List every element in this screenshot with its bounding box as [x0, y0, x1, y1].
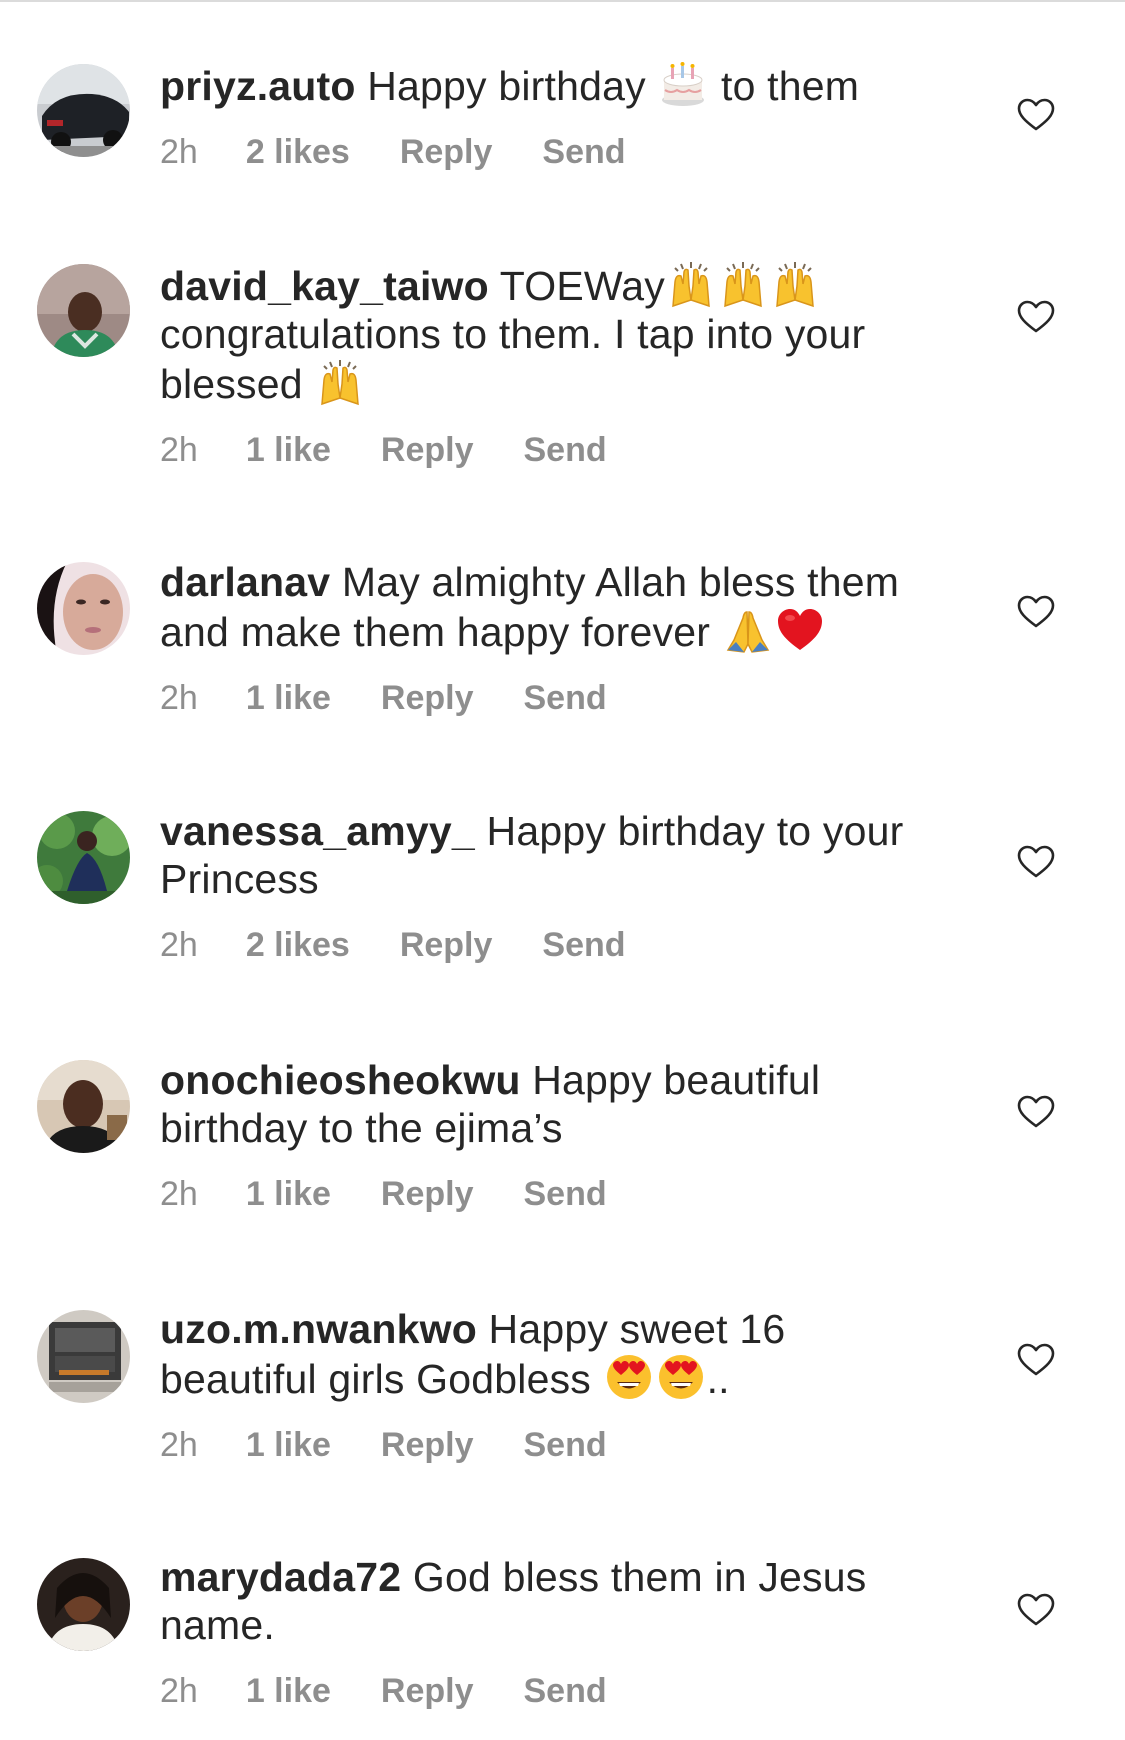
send-button[interactable]: Send — [524, 1425, 607, 1465]
comment-username[interactable]: priyz.auto — [160, 63, 356, 109]
avatar[interactable] — [37, 562, 130, 655]
reply-button[interactable]: Reply — [381, 1671, 474, 1711]
comment-text: marydada72 God bless them in Jesus name. — [160, 1553, 940, 1649]
comment-body: TOEWay — [488, 263, 665, 309]
comment-text: priyz.auto Happy birthday to them — [160, 60, 940, 110]
comment-username[interactable]: marydada72 — [160, 1554, 401, 1600]
comment-body: Happy birthday — [355, 63, 658, 109]
avatar[interactable] — [37, 811, 130, 904]
send-button[interactable]: Send — [542, 925, 625, 965]
send-button[interactable]: Send — [524, 678, 607, 718]
comment-time: 2h — [160, 1426, 198, 1464]
reply-button[interactable]: Reply — [400, 925, 493, 965]
send-button[interactable]: Send — [524, 1671, 607, 1711]
comment-body: congratulations to them. I tap into your — [160, 311, 866, 357]
heart-outline-icon[interactable] — [1017, 98, 1055, 132]
likes-count-link[interactable]: 1 like — [246, 1174, 331, 1214]
comment-text: uzo.m.nwankwo Happy sweet 16 beautiful g… — [160, 1305, 940, 1403]
heart-outline-icon[interactable] — [1017, 1593, 1055, 1627]
send-button[interactable]: Send — [542, 132, 625, 172]
likes-count-link[interactable]: 1 like — [246, 1671, 331, 1711]
comment-time: 2h — [160, 133, 198, 171]
send-button[interactable]: Send — [524, 1174, 607, 1214]
comment-text: onochieosheokwu Happy beautiful birthday… — [160, 1056, 940, 1152]
raising-hands-icon — [316, 358, 364, 406]
red-heart-icon — [776, 606, 824, 654]
heart-outline-icon[interactable] — [1017, 845, 1055, 879]
comment-time: 2h — [160, 431, 198, 469]
heart-eyes-icon — [657, 1353, 705, 1401]
comment-meta: 2h 2 likes Reply Send — [160, 132, 940, 172]
comment-meta: 2h 1 like Reply Send — [160, 1425, 940, 1465]
comment-time: 2h — [160, 1175, 198, 1213]
likes-count-link[interactable]: 1 like — [246, 678, 331, 718]
raising-hands-icon — [771, 260, 819, 308]
heart-outline-icon[interactable] — [1017, 1095, 1055, 1129]
reply-button[interactable]: Reply — [400, 132, 493, 172]
comment-username[interactable]: onochieosheokwu — [160, 1057, 521, 1103]
folded-hands-icon — [724, 606, 772, 654]
likes-count-link[interactable]: 2 likes — [246, 132, 350, 172]
comment-username[interactable]: darlanav — [160, 559, 330, 605]
heart-outline-icon[interactable] — [1017, 300, 1055, 334]
birthday-cake-icon — [659, 60, 707, 108]
heart-outline-icon[interactable] — [1017, 595, 1055, 629]
comment-meta: 2h 1 like Reply Send — [160, 1174, 940, 1214]
comment-text: david_kay_taiwo TOEWay congratulations to… — [160, 260, 940, 408]
avatar[interactable] — [37, 1558, 130, 1651]
comment-time: 2h — [160, 679, 198, 717]
comment-text: darlanav May almighty Allah bless them a… — [160, 558, 940, 656]
comment-meta: 2h 1 like Reply Send — [160, 430, 940, 470]
comment-meta: 2h 1 like Reply Send — [160, 1671, 940, 1711]
comment-text: vanessa_amyy_ Happy birthday to your Pri… — [160, 807, 940, 903]
top-divider — [0, 0, 1125, 2]
reply-button[interactable]: Reply — [381, 430, 474, 470]
heart-outline-icon[interactable] — [1017, 1343, 1055, 1377]
avatar[interactable] — [37, 1060, 130, 1153]
comment-time: 2h — [160, 1672, 198, 1710]
raising-hands-icon — [719, 260, 767, 308]
reply-button[interactable]: Reply — [381, 678, 474, 718]
comment-meta: 2h 2 likes Reply Send — [160, 925, 940, 965]
reply-button[interactable]: Reply — [381, 1425, 474, 1465]
avatar[interactable] — [37, 264, 130, 357]
likes-count-link[interactable]: 1 like — [246, 430, 331, 470]
likes-count-link[interactable]: 1 like — [246, 1425, 331, 1465]
comment-time: 2h — [160, 926, 198, 964]
heart-eyes-icon — [605, 1353, 653, 1401]
comment-username[interactable]: vanessa_amyy_ — [160, 808, 475, 854]
comment-body: to them — [709, 63, 860, 109]
avatar[interactable] — [37, 64, 130, 157]
comment-body: .. — [706, 1356, 730, 1402]
comment-username[interactable]: david_kay_taiwo — [160, 263, 489, 309]
comment-username[interactable]: uzo.m.nwankwo — [160, 1306, 477, 1352]
avatar[interactable] — [37, 1310, 130, 1403]
reply-button[interactable]: Reply — [381, 1174, 474, 1214]
comment-meta: 2h 1 like Reply Send — [160, 678, 940, 718]
likes-count-link[interactable]: 2 likes — [246, 925, 350, 965]
send-button[interactable]: Send — [524, 430, 607, 470]
comment-body: blessed — [160, 361, 315, 407]
raising-hands-icon — [667, 260, 715, 308]
